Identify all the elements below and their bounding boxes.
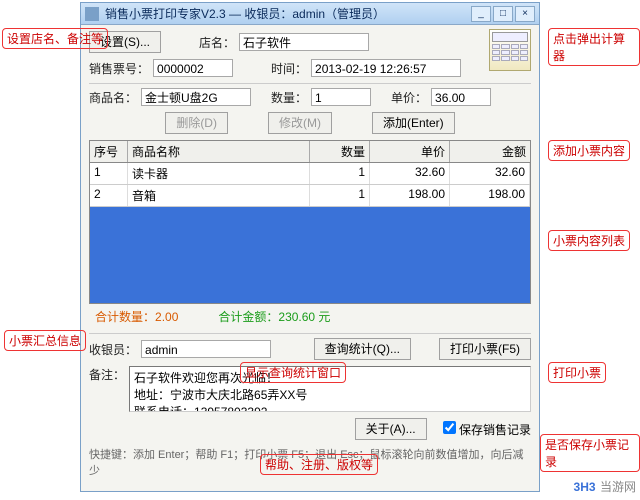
- delete-button[interactable]: 删除(D): [165, 112, 228, 134]
- product-label: 商品名：: [89, 89, 137, 106]
- col-price[interactable]: 单价: [370, 141, 450, 162]
- col-qty[interactable]: 数量: [310, 141, 370, 162]
- query-button[interactable]: 查询统计(Q)...: [314, 338, 411, 360]
- time-input[interactable]: 2013-02-19 12:26:57: [311, 59, 461, 77]
- saleno-input[interactable]: 0000002: [153, 59, 233, 77]
- titlebar[interactable]: 销售小票打印专家V2.3 — 收银员：admin（管理员） _ □ ×: [81, 3, 539, 25]
- time-label: 时间：: [271, 60, 307, 77]
- shop-input[interactable]: 石子软件: [239, 33, 369, 51]
- remark-textarea[interactable]: 石子软件欢迎您再次光临！ 地址：宁波市大庆北路65弄XX号 联系电话：13957…: [129, 366, 531, 412]
- settings-button[interactable]: 设置(S)...: [89, 31, 161, 53]
- add-button[interactable]: 添加(Enter): [372, 112, 455, 134]
- shop-label: 店名：: [199, 34, 235, 51]
- anno-save: 是否保存小票记录: [540, 434, 640, 472]
- qty-input[interactable]: 1: [311, 88, 371, 106]
- col-name[interactable]: 商品名称: [128, 141, 310, 162]
- table-row[interactable]: 2 音箱 1 198.00 198.00: [90, 185, 530, 207]
- summary-row: 合计数量：2.00 合计金额：230.60 元: [89, 304, 531, 329]
- calculator-icon[interactable]: [489, 29, 531, 71]
- modify-button[interactable]: 修改(M): [268, 112, 332, 134]
- close-button[interactable]: ×: [515, 6, 535, 22]
- sum-amt-label: 合计金额：: [218, 310, 278, 324]
- anno-calc: 点击弹出计算器: [548, 28, 640, 66]
- remark-label: 备注：: [89, 366, 125, 383]
- watermark: 3H3 当游网: [574, 478, 636, 496]
- items-table: 序号 商品名称 数量 单价 金额 1 读卡器 1 32.60 32.60 2 音…: [89, 140, 531, 304]
- table-body[interactable]: 1 读卡器 1 32.60 32.60 2 音箱 1 198.00 198.00: [90, 163, 530, 303]
- cashier-label: 收银员：: [89, 341, 137, 358]
- table-row[interactable]: 1 读卡器 1 32.60 32.60: [90, 163, 530, 185]
- app-icon: [85, 7, 99, 21]
- cashier-input[interactable]: admin: [141, 340, 271, 358]
- about-button[interactable]: 关于(A)...: [355, 418, 427, 440]
- table-header: 序号 商品名称 数量 单价 金额: [90, 141, 530, 163]
- product-input[interactable]: 金士顿U盘2G: [141, 88, 251, 106]
- anno-add: 添加小票内容: [548, 140, 630, 161]
- sum-amt-value: 230.60 元: [278, 310, 330, 324]
- print-button[interactable]: 打印小票(F5): [439, 338, 531, 360]
- col-amount[interactable]: 金额: [450, 141, 530, 162]
- anno-print: 打印小票: [548, 362, 606, 383]
- minimize-button[interactable]: _: [471, 6, 491, 22]
- save-checkbox[interactable]: 保存销售记录: [443, 421, 531, 438]
- price-label: 单价：: [391, 89, 427, 106]
- window-title: 销售小票打印专家V2.3 — 收银员：admin（管理员）: [105, 5, 471, 22]
- shortcut-hint: 快捷键：添加 Enter；帮助 F1；打印小票 F5；退出 Esc；鼠标滚轮向前…: [89, 446, 531, 478]
- maximize-button[interactable]: □: [493, 6, 513, 22]
- anno-list: 小票内容列表: [548, 230, 630, 251]
- price-input[interactable]: 36.00: [431, 88, 491, 106]
- saleno-label: 销售票号：: [89, 60, 149, 77]
- sum-qty-label: 合计数量：: [95, 310, 155, 324]
- anno-summary: 小票汇总信息: [4, 330, 86, 351]
- app-window: 销售小票打印专家V2.3 — 收银员：admin（管理员） _ □ × 设置(S…: [80, 2, 540, 492]
- col-index[interactable]: 序号: [90, 141, 128, 162]
- qty-label: 数量：: [271, 89, 307, 106]
- sum-qty-value: 2.00: [155, 310, 178, 324]
